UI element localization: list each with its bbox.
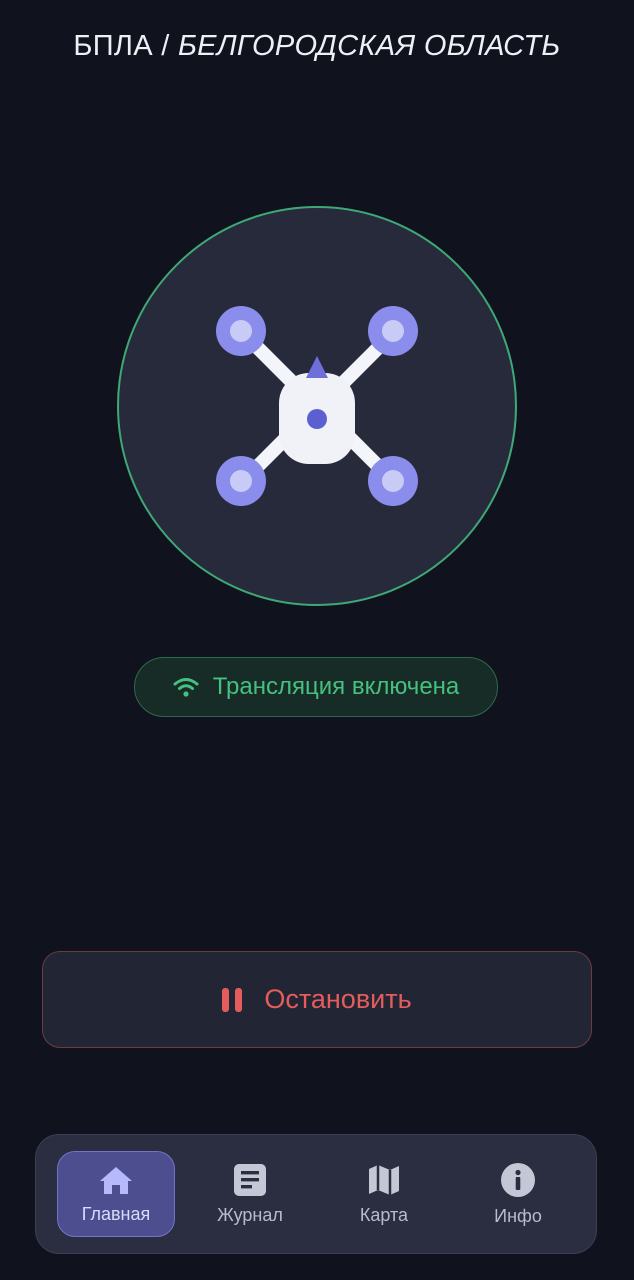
nav-item-journal[interactable]: Журнал [191,1151,309,1237]
nav-item-home[interactable]: Главная [57,1151,175,1237]
nav-item-map[interactable]: Карта [325,1151,443,1237]
nav-label-map: Карта [359,1204,409,1225]
broadcast-status-badge: Трансляция включена [134,657,498,717]
nav-label-journal: Журнал [217,1204,283,1225]
info-icon [501,1162,535,1197]
stop-button[interactable]: Остановить [42,951,592,1048]
title-prefix: БПЛА / [73,30,170,62]
home-icon [100,1166,132,1194]
map-icon [369,1164,399,1195]
pause-icon [222,987,243,1012]
status-label: Трансляция включена [212,673,460,700]
bottom-navigation: Главная Журнал Карта Инфо [35,1134,597,1254]
nav-label-info: Инфо [494,1205,542,1226]
title-region: БЕЛГОРОДСКАЯ ОБЛАСТЬ [177,30,561,62]
main-screen: БПЛА / БЕЛГОРОДСКАЯ ОБЛАСТЬ Трансляция в… [0,0,634,1280]
journal-icon [234,1163,266,1196]
stop-button-label: Остановить [264,984,412,1014]
nav-item-info[interactable]: Инфо [459,1151,577,1237]
drone-icon [216,306,418,506]
nav-label-home: Главная [81,1203,151,1224]
page-title: БПЛА / БЕЛГОРОДСКАЯ ОБЛАСТЬ [0,30,634,63]
wifi-icon [173,678,199,697]
